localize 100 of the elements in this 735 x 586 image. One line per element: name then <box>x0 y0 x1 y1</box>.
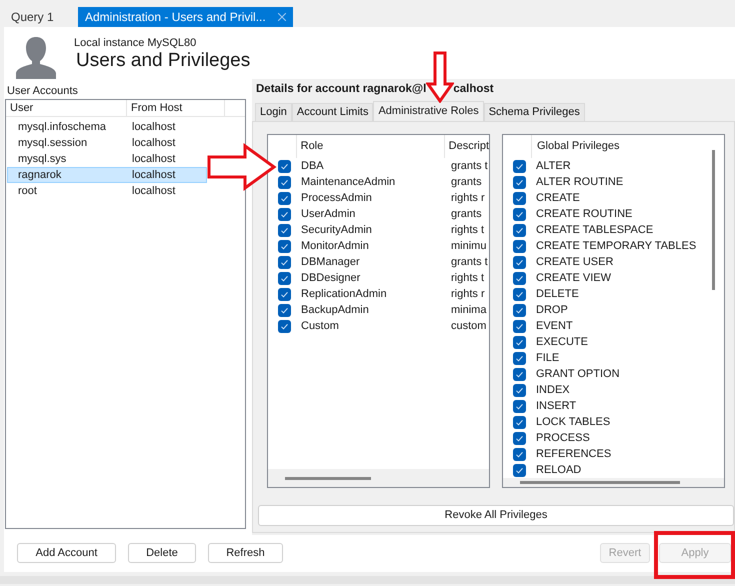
privilege-name: LOCK TABLES <box>536 414 610 430</box>
privilege-name: DROP <box>536 302 568 318</box>
checkbox[interactable] <box>278 208 291 220</box>
privilege-name: ALTER <box>536 158 571 174</box>
user-avatar-icon <box>15 35 57 79</box>
tab[interactable]: Login <box>255 103 292 121</box>
button[interactable]: Refresh <box>208 543 283 563</box>
checkbox[interactable] <box>513 224 526 236</box>
selection-highlight[interactable]: mysql.session localhost <box>7 135 207 151</box>
button[interactable]: Delete <box>128 543 196 563</box>
user-name: ragnarok <box>17 168 62 183</box>
role-name: SecurityAdmin <box>301 222 373 238</box>
privilege-name: INDEX <box>536 382 570 398</box>
checkbox[interactable] <box>513 288 526 300</box>
role-name: MaintenanceAdmin <box>301 174 396 190</box>
checkbox[interactable] <box>278 256 291 268</box>
button[interactable]: Add Account <box>17 543 116 563</box>
checkbox[interactable] <box>278 192 291 204</box>
checkbox[interactable] <box>513 400 526 412</box>
role-name: DBManager <box>301 254 361 270</box>
selection-highlight[interactable]: mysql.sys localhost <box>7 151 207 167</box>
checkbox[interactable] <box>513 352 526 364</box>
checkbox[interactable] <box>278 224 291 236</box>
role-description: grants t <box>451 158 488 174</box>
section-heading: Details for account ragnarok@l <box>256 82 426 97</box>
tab[interactable]: Account Limits <box>292 103 374 121</box>
checkbox[interactable] <box>278 176 291 188</box>
privilege-name: REFERENCES <box>536 446 612 462</box>
revoke-all-button[interactable]: Revoke All Privileges <box>258 505 734 526</box>
checkbox[interactable] <box>513 160 526 172</box>
checkbox[interactable] <box>278 304 291 316</box>
scrollbar[interactable] <box>285 476 371 480</box>
privilege-name: RELOAD <box>536 462 582 478</box>
user-name: mysql.infoschema <box>17 120 108 135</box>
role-description: minima <box>451 302 486 318</box>
checkbox[interactable] <box>278 288 291 300</box>
checkbox[interactable] <box>278 240 291 252</box>
scrollbar[interactable] <box>520 481 680 484</box>
role-description: rights t <box>451 270 484 286</box>
selection-highlight[interactable]: root localhost <box>7 183 207 199</box>
document-tab[interactable]: Administration - Users and Privil... <box>78 7 293 27</box>
privilege-name: INSERT <box>536 398 576 414</box>
host-name: localhost <box>131 152 176 167</box>
role-description: grants t <box>451 254 488 270</box>
privilege-name: CREATE <box>536 190 580 206</box>
arrow-annotation <box>426 51 454 103</box>
checkbox[interactable] <box>513 384 526 396</box>
scrollbar[interactable] <box>712 150 715 290</box>
role-description: minimu <box>451 238 486 254</box>
page-title: Users and Privileges <box>76 50 250 72</box>
host-name: localhost <box>131 184 176 199</box>
checkbox[interactable] <box>513 368 526 380</box>
role-name: ProcessAdmin <box>301 190 373 206</box>
column-header[interactable]: From Host <box>127 100 225 116</box>
host-name: localhost <box>131 136 176 151</box>
tab[interactable]: Schema Privileges <box>484 103 585 121</box>
role-name: UserAdmin <box>301 206 356 222</box>
column-header[interactable]: Descript <box>444 135 489 158</box>
checkbox[interactable] <box>278 272 291 284</box>
section-heading: User Accounts <box>7 84 79 99</box>
role-description: custom <box>451 318 486 334</box>
privilege-name: EXECUTE <box>536 334 588 350</box>
selection-highlight[interactable]: ragnarok localhost <box>7 167 207 183</box>
host-name: localhost <box>131 120 176 135</box>
checkbox[interactable] <box>278 160 291 172</box>
checkbox[interactable] <box>513 304 526 316</box>
close-icon[interactable] <box>278 13 286 21</box>
role-name: ReplicationAdmin <box>301 286 388 302</box>
privilege-name: PROCESS <box>536 430 590 446</box>
host-name: localhost <box>131 168 176 183</box>
checkbox[interactable] <box>513 336 526 348</box>
role-description: rights r <box>451 286 485 302</box>
checkbox[interactable] <box>513 432 526 444</box>
role-description: grants <box>451 174 482 190</box>
checkbox[interactable] <box>513 464 526 476</box>
column-header[interactable]: Role <box>296 135 445 158</box>
checkbox[interactable] <box>278 320 291 332</box>
selection-highlight[interactable]: mysql.infoschema localhost <box>7 119 207 135</box>
checkbox[interactable] <box>513 208 526 220</box>
checkbox[interactable] <box>513 272 526 284</box>
role-description: rights r <box>451 190 485 206</box>
privilege-name: ALTER ROUTINE <box>536 174 624 190</box>
privilege-name: DELETE <box>536 286 579 302</box>
tab[interactable]: Administrative Roles <box>373 101 484 121</box>
privilege-name: CREATE VIEW <box>536 270 611 286</box>
column-header[interactable]: User <box>6 100 127 116</box>
checkbox[interactable] <box>513 192 526 204</box>
privilege-name: FILE <box>536 350 560 366</box>
instance-label: Local instance MySQL80 <box>74 37 198 50</box>
role-description: grants <box>451 206 482 222</box>
section-heading: calhost <box>453 82 494 97</box>
checkbox[interactable] <box>513 256 526 268</box>
column-header[interactable]: Global Privileges <box>532 135 712 158</box>
checkbox[interactable] <box>513 416 526 428</box>
checkbox[interactable] <box>513 320 526 332</box>
checkbox[interactable] <box>513 240 526 252</box>
checkbox[interactable] <box>513 176 526 188</box>
user-name: mysql.sys <box>17 152 68 167</box>
role-name: Custom <box>301 318 340 334</box>
checkbox[interactable] <box>513 448 526 460</box>
